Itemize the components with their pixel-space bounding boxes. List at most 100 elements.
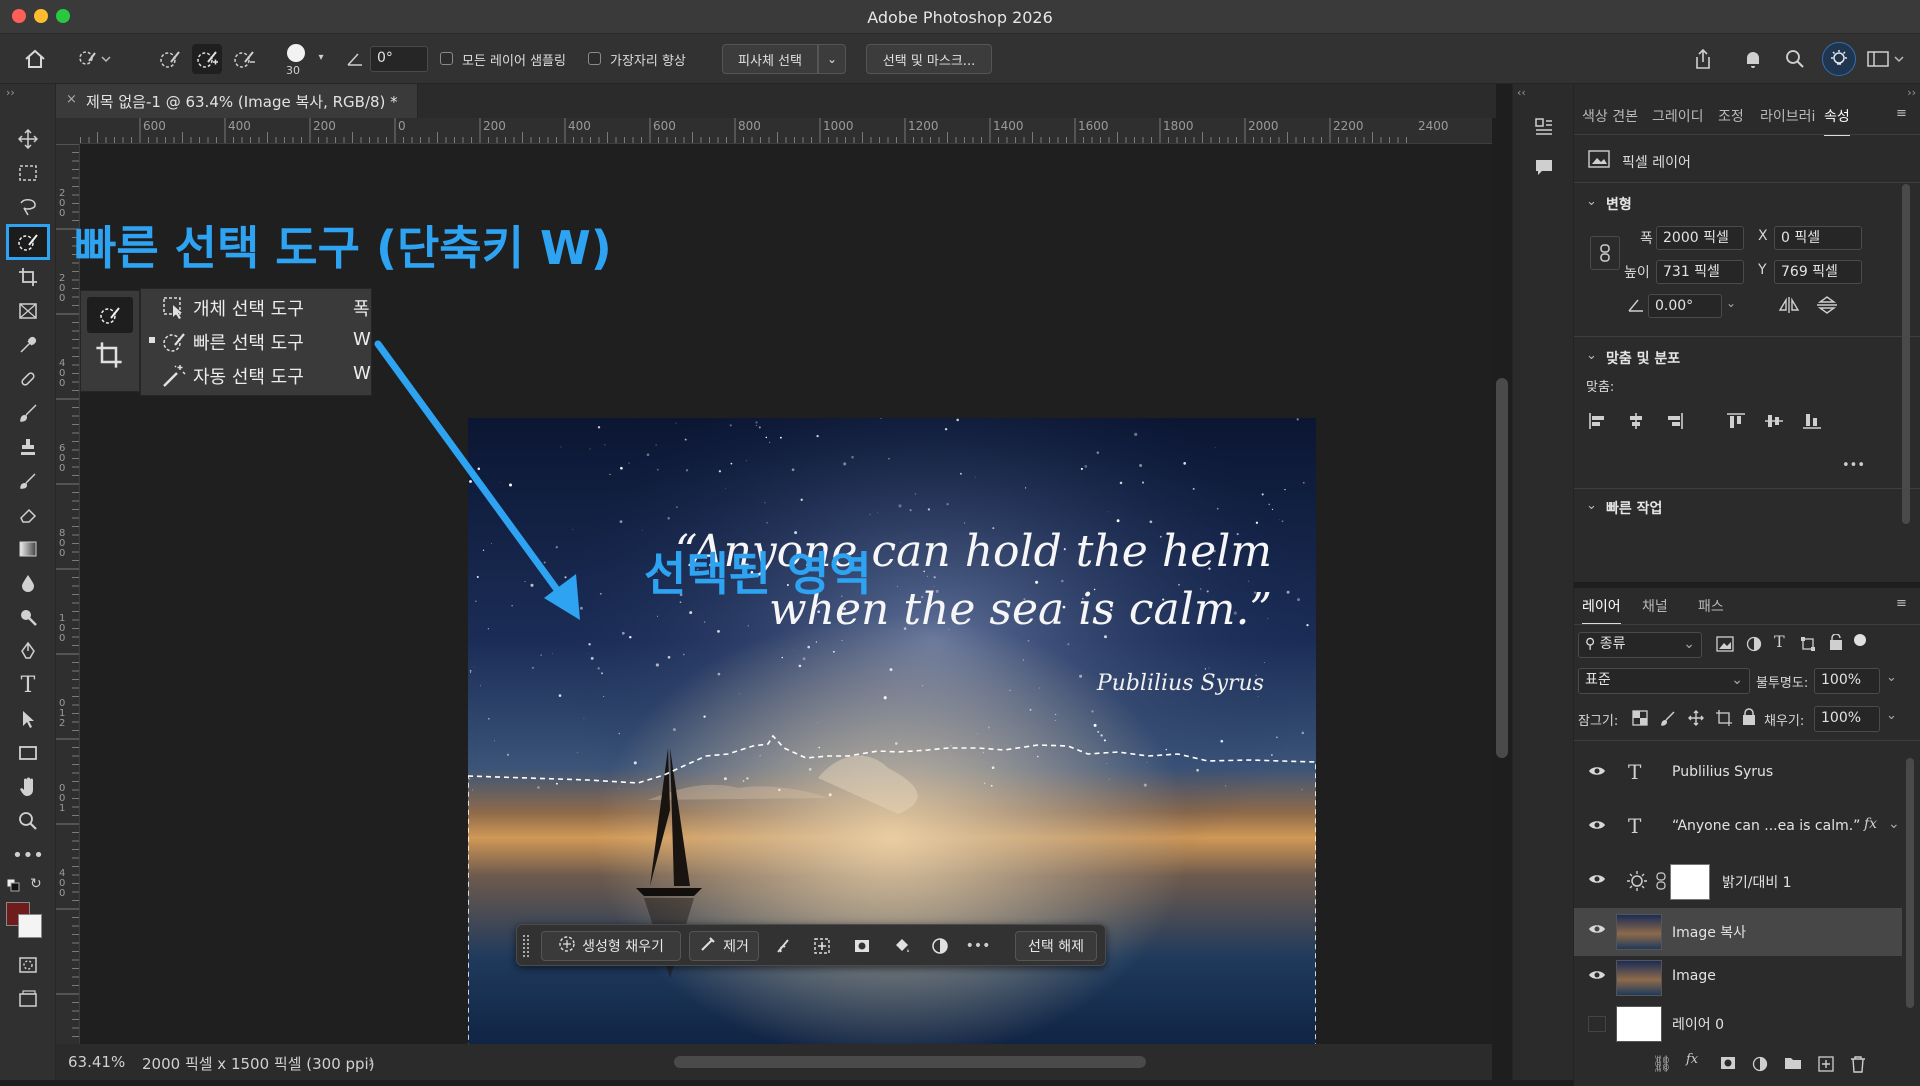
filter-type-icon[interactable]: T xyxy=(1774,632,1785,651)
deselect-button[interactable]: 선택 해제 xyxy=(1015,931,1097,961)
move-tool-icon[interactable] xyxy=(12,124,44,154)
properties-scrollbar[interactable] xyxy=(1902,184,1910,524)
collapse-toolbar-icon[interactable]: ›› xyxy=(6,86,15,99)
history-panel-icon[interactable] xyxy=(1531,114,1557,140)
document-tab[interactable]: × 제목 없음-1 @ 63.4% (Image 복사, RGB/8) * xyxy=(56,84,418,118)
collapse-panels-icon[interactable]: ‹‹ xyxy=(1517,86,1526,99)
chevron-down-icon[interactable]: ⌄ xyxy=(1726,296,1736,310)
quick-selection-tool-icon[interactable] xyxy=(6,224,50,260)
filter-shape-icon[interactable] xyxy=(1800,636,1816,656)
subtract-from-selection-icon[interactable] xyxy=(230,44,258,74)
delete-layer-icon[interactable] xyxy=(1850,1055,1866,1077)
align-vertical-center-icon[interactable] xyxy=(1764,412,1784,434)
mask-icon[interactable] xyxy=(849,933,875,959)
chevron-down-icon[interactable]: ⌄ xyxy=(1586,498,1597,513)
enhance-edge-checkbox[interactable] xyxy=(588,52,601,65)
share-icon[interactable] xyxy=(1690,46,1716,72)
flyout-item-magic-wand[interactable]: 자동 선택 도구 W xyxy=(161,361,371,391)
discover-lightbulb-icon[interactable] xyxy=(1822,42,1856,76)
healing-brush-tool-icon[interactable] xyxy=(12,364,44,394)
quick-selection-tool-icon[interactable] xyxy=(87,297,133,333)
rotation-angle-field[interactable]: 0.00° xyxy=(1648,294,1722,318)
mask-link-icon[interactable] xyxy=(1656,872,1666,894)
visibility-eye-icon[interactable] xyxy=(1588,765,1606,781)
lock-artboard-icon[interactable] xyxy=(1716,710,1732,730)
search-icon[interactable] xyxy=(1782,46,1808,72)
layer-row[interactable]: 밝기/대비 1 xyxy=(1574,858,1902,906)
expand-panels-icon[interactable]: ›› xyxy=(1907,86,1916,99)
align-bottom-icon[interactable] xyxy=(1802,412,1822,434)
tab-adjustments[interactable]: 조정 xyxy=(1718,106,1744,126)
more-tools-icon[interactable]: ••• xyxy=(12,840,44,870)
more-align-options-icon[interactable]: ••• xyxy=(1842,458,1865,473)
tab-channels[interactable]: 채널 xyxy=(1642,596,1668,616)
align-left-icon[interactable] xyxy=(1588,412,1608,434)
add-to-selection-icon[interactable] xyxy=(192,44,222,74)
type-tool-icon[interactable]: T xyxy=(12,670,44,700)
chevron-down-icon[interactable]: ⌄ xyxy=(1586,194,1597,209)
lock-transparency-icon[interactable] xyxy=(1632,710,1648,730)
align-right-icon[interactable] xyxy=(1664,412,1684,434)
crop-tool-icon[interactable] xyxy=(95,341,123,373)
quick-mask-icon[interactable] xyxy=(12,950,44,980)
filter-smart-object-icon[interactable] xyxy=(1828,633,1844,656)
lasso-tool-icon[interactable] xyxy=(12,192,44,222)
history-brush-tool-icon[interactable] xyxy=(12,466,44,496)
eraser-tool-icon[interactable] xyxy=(12,500,44,530)
expand-selection-icon[interactable] xyxy=(809,933,835,959)
layer-thumbnail[interactable] xyxy=(1616,1006,1662,1042)
layers-scrollbar[interactable] xyxy=(1906,758,1914,1008)
new-adjustment-layer-icon[interactable] xyxy=(1752,1056,1768,1076)
chevron-right-icon[interactable]: › xyxy=(368,1053,374,1071)
layer-row[interactable]: T Publilius Syrus xyxy=(1574,750,1902,798)
link-layers-icon[interactable]: ⛓ xyxy=(1652,1054,1672,1073)
background-color-swatch[interactable] xyxy=(18,914,42,938)
tool-preset-picker[interactable] xyxy=(74,46,114,72)
lock-pixels-icon[interactable] xyxy=(1660,710,1676,730)
horizontal-ruler[interactable]: 600 400 200 0 200 400 600 800 1000 1200 1400 1600 18… xyxy=(80,118,1492,144)
blend-mode-select[interactable]: 표준 ⌄ xyxy=(1578,668,1750,694)
tab-gradients[interactable]: 그레이디 xyxy=(1652,106,1704,126)
eyedropper-tool-icon[interactable] xyxy=(12,330,44,360)
fill-field[interactable]: 100% xyxy=(1814,706,1880,732)
vertical-ruler[interactable]: 200200400600800100012001400 xyxy=(56,144,80,1044)
swap-colors-icon[interactable]: ↻ xyxy=(30,876,42,892)
dodge-tool-icon[interactable] xyxy=(12,602,44,632)
new-selection-icon[interactable] xyxy=(156,44,184,74)
home-icon[interactable] xyxy=(22,46,48,72)
angle-field[interactable]: 0° xyxy=(370,46,428,72)
chevron-down-icon[interactable]: ⌄ xyxy=(1886,670,1897,685)
flip-horizontal-icon[interactable] xyxy=(1778,296,1800,318)
tab-swatches[interactable]: 색상 견본 xyxy=(1582,106,1638,126)
default-colors-icon[interactable] xyxy=(6,878,20,892)
height-field[interactable]: 731 픽셀 xyxy=(1656,260,1744,284)
bell-icon[interactable] xyxy=(1740,46,1766,72)
modify-selection-icon[interactable] xyxy=(771,933,797,959)
document-info[interactable]: 2000 픽셀 x 1500 픽셀 (300 ppi) xyxy=(142,1053,375,1074)
visibility-eye-icon[interactable] xyxy=(1588,923,1606,939)
lock-all-icon[interactable] xyxy=(1742,708,1756,730)
filter-adjustment-icon[interactable] xyxy=(1746,636,1762,656)
gradient-tool-icon[interactable] xyxy=(12,534,44,564)
visibility-eye-icon[interactable] xyxy=(1588,969,1606,985)
layer-row[interactable]: T “Anyone can ...ea is calm.” fx ⌄ xyxy=(1574,804,1902,852)
panel-menu-icon[interactable]: ≡ xyxy=(1896,596,1907,611)
close-tab-icon[interactable]: × xyxy=(66,92,77,107)
add-layer-style-icon[interactable]: fx xyxy=(1686,1052,1698,1067)
panel-menu-icon[interactable]: ≡ xyxy=(1896,106,1907,121)
brush-tool-icon[interactable] xyxy=(12,398,44,428)
tab-libraries[interactable]: 라이브러i xyxy=(1760,106,1815,126)
crop-tool-icon[interactable] xyxy=(12,262,44,292)
filter-pixel-icon[interactable] xyxy=(1716,636,1734,656)
layer-filter-select[interactable]: ⚲ 종류 ⌄ xyxy=(1578,632,1702,658)
select-subject-dropdown[interactable]: ⌄ xyxy=(818,44,846,74)
clone-stamp-tool-icon[interactable] xyxy=(12,432,44,462)
rectangle-tool-icon[interactable] xyxy=(12,738,44,768)
layer-row[interactable]: 레이어 0 xyxy=(1574,1000,1902,1048)
tab-properties[interactable]: 속성 xyxy=(1824,106,1850,136)
tab-paths[interactable]: 패스 xyxy=(1698,596,1724,616)
select-subject-button[interactable]: 피사체 선택 xyxy=(722,44,818,74)
path-selection-tool-icon[interactable] xyxy=(12,704,44,734)
chevron-down-icon[interactable]: ⌄ xyxy=(1888,816,1900,832)
tab-layers[interactable]: 레이어 xyxy=(1582,596,1621,625)
